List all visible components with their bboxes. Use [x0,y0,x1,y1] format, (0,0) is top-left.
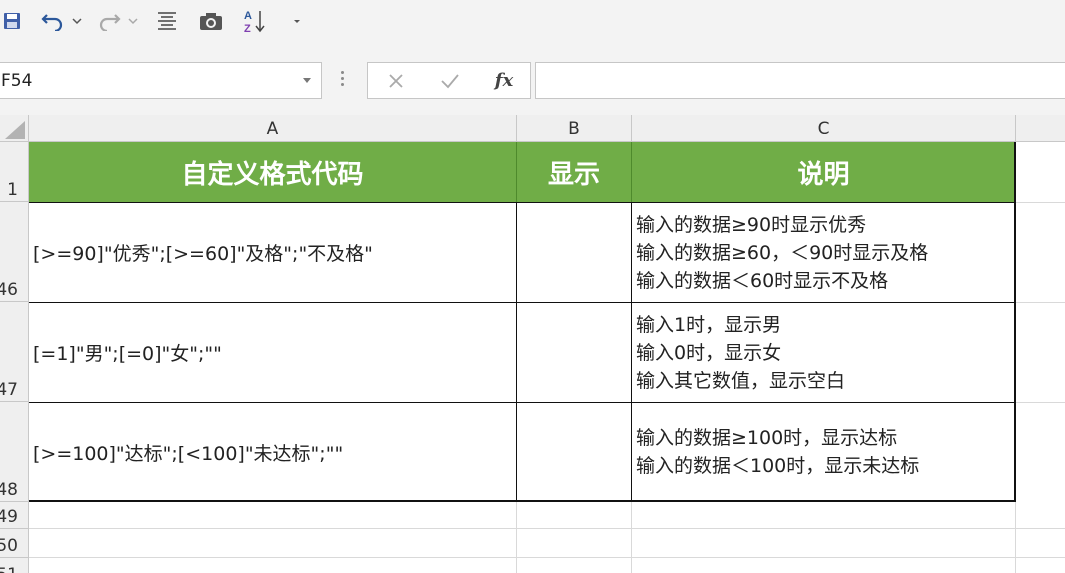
row-number: 50 [0,536,18,556]
row-number: 51 [0,565,18,573]
row-headers: 1 46 47 48 49 50 51 [0,142,29,573]
name-box-value: F54 [1,71,33,91]
fx-label: fx [494,70,514,91]
table-border [29,402,1016,403]
note-line: 输入的数据＜100时，显示未达标 [636,455,920,477]
undo-dropdown-icon[interactable] [70,7,84,35]
row-number: 49 [0,507,18,527]
header-cell-notes[interactable]: 说明 [632,142,1015,202]
note-line: 输入的数据≥100时，显示达标 [636,427,898,449]
format-code-cell[interactable]: [=1]"男";[=0]"女";"" [29,303,516,402]
sort-icon[interactable]: AZ [242,7,268,35]
table-border [1014,142,1016,502]
chevron-down-icon[interactable] [303,78,311,83]
display-cell[interactable] [517,203,631,302]
row-header[interactable]: 47 [0,302,28,402]
table-border [29,302,1016,303]
table-border [516,202,517,501]
note-line: 输入1时，显示男 [636,313,782,336]
grid-line [1015,402,1065,403]
align-icon[interactable] [154,7,180,35]
camera-icon[interactable] [197,7,225,35]
name-box[interactable]: F54 [0,62,322,99]
cancel-icon[interactable] [374,63,418,98]
note-line: 输入其它数值，显示空白 [636,369,846,392]
note-line: 输入的数据≥90时显示优秀 [636,213,867,236]
row-header[interactable]: 48 [0,402,28,502]
note-line: 输入的数据≥60，＜90时显示及格 [636,241,929,264]
format-code-text: [=1]"男";[=0]"女";"" [33,343,222,365]
row-number: 46 [0,280,18,300]
format-code-text: [>=100]"达标";[<100]"未达标";"" [33,442,344,465]
redo-dropdown-icon[interactable] [126,7,140,35]
format-code-cell[interactable]: [>=90]"优秀";[>=60]"及格";"不及格" [29,203,516,302]
row-number: 48 [0,480,18,500]
select-all-button[interactable] [0,115,29,142]
grid-line [29,557,1065,558]
drag-handle-icon[interactable] [341,71,345,89]
row-header[interactable]: 49 [0,502,28,529]
svg-text:Z: Z [244,23,251,34]
formula-buttons: fx [367,62,531,99]
notes-cell[interactable]: 输入的数据≥90时显示优秀 输入的数据≥60，＜90时显示及格 输入的数据＜60… [632,203,1015,302]
grid-line [1015,302,1065,303]
display-cell[interactable] [517,403,631,501]
row-header[interactable]: 1 [0,142,28,202]
format-code-text: [>=90]"优秀";[>=60]"及格";"不及格" [33,243,373,265]
insert-function-button[interactable]: fx [482,63,526,98]
row-header[interactable]: 46 [0,202,28,302]
grid-line [1015,202,1065,203]
row-number: 1 [7,180,18,200]
column-header-a[interactable]: A [29,115,517,142]
table-border [29,202,1016,203]
quick-access-toolbar: AZ [0,0,1065,42]
worksheet: A B C 1 46 47 48 49 50 51 自定义格式代码 显示 说明 … [0,115,1065,573]
formula-bar-area: F54 fx [0,42,1065,115]
header-divider [516,142,517,202]
svg-text:A: A [244,10,252,22]
note-line: 输入0时，显示女 [636,341,782,364]
table-border [29,500,1016,502]
redo-icon[interactable] [94,7,124,35]
table-border [631,202,632,501]
header-divider [631,142,632,202]
notes-cell[interactable]: 输入的数据≥100时，显示达标 输入的数据＜100时，显示未达标 [632,403,1015,501]
display-cell[interactable] [517,303,631,402]
row-header[interactable]: 51 [0,558,28,573]
notes-cell[interactable]: 输入1时，显示男 输入0时，显示女 输入其它数值，显示空白 [632,303,1015,402]
column-header-b[interactable]: B [517,115,632,142]
save-icon[interactable] [0,7,24,35]
header-cell-display[interactable]: 显示 [517,142,631,202]
column-header-c[interactable]: C [632,115,1016,142]
column-headers: A B C [0,115,1065,142]
note-line: 输入的数据＜60时显示不及格 [636,269,889,292]
grid-line [29,528,1065,529]
undo-icon[interactable] [38,7,68,35]
format-code-cell[interactable]: [>=100]"达标";[<100]"未达标";"" [29,403,516,501]
header-cell-format-code[interactable]: 自定义格式代码 [29,142,516,202]
formula-input[interactable] [535,62,1065,99]
enter-check-icon[interactable] [428,63,472,98]
row-number: 47 [0,380,18,400]
row-header[interactable]: 50 [0,529,28,558]
customize-toolbar-icon[interactable] [290,7,304,35]
